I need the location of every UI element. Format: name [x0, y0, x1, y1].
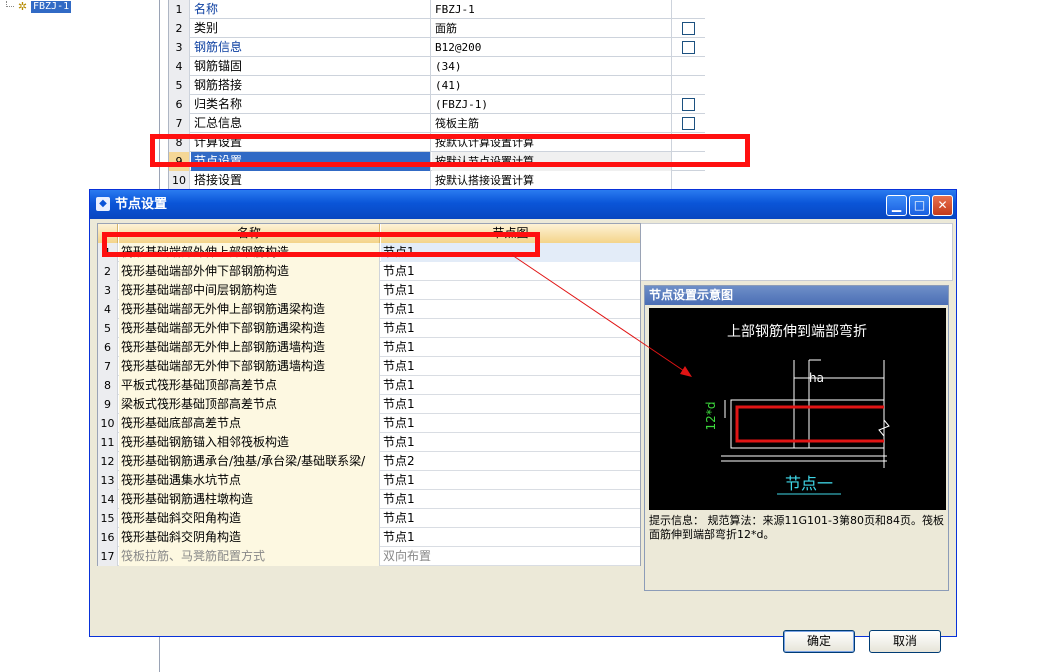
- arrow-head: [680, 366, 692, 377]
- annotation-arrow: [511, 254, 692, 377]
- arrow-line: [511, 254, 691, 376]
